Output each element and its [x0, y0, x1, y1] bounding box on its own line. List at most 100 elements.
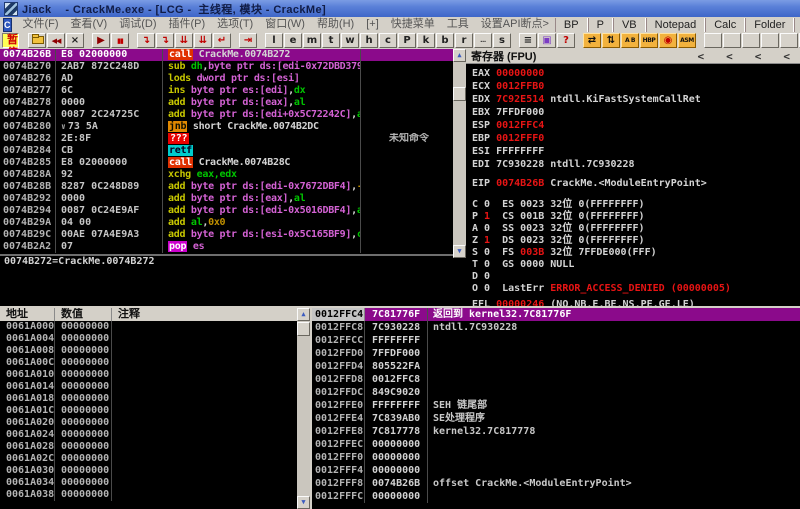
register-line[interactable]: EDI 7C930228 ntdll.7C930228	[472, 158, 800, 171]
scroll-up-icon[interactable]: ▲	[453, 49, 466, 62]
empty-button-3[interactable]	[742, 33, 760, 48]
dump-row[interactable]: 0061A034 00000000	[0, 477, 310, 489]
dump-row[interactable]: 0061A030 00000000	[0, 465, 310, 477]
stack-row[interactable]: 0012FFC4 7C81776F 返回到 kernel32.7C81776F	[312, 308, 800, 321]
stack-row[interactable]: 0012FFF0 00000000	[312, 451, 800, 464]
help-button[interactable]: ?	[557, 33, 575, 48]
animate-over-button[interactable]: ⇊	[194, 33, 212, 48]
menu-button-folder[interactable]: Folder	[745, 17, 795, 32]
go-to-address-button[interactable]: ⇥	[239, 33, 257, 48]
view-breakpoints-button[interactable]: b	[436, 33, 454, 48]
scroll-down-icon[interactable]: ▼	[297, 496, 310, 509]
disasm-row[interactable]: 0074B28A 92 xchg eax,edx	[0, 169, 453, 181]
disasm-row[interactable]: 0074B276 AD lods dword ptr ds:[esi]	[0, 73, 453, 85]
register-line[interactable]: ESP 0012FFC4	[472, 119, 800, 132]
dump-row[interactable]: 0061A000 00000000	[0, 321, 310, 333]
dump-row[interactable]: 0061A024 00000000	[0, 429, 310, 441]
empty-button-1[interactable]	[704, 33, 722, 48]
view-callstack-button[interactable]: k	[417, 33, 435, 48]
view-handles-button[interactable]: h	[360, 33, 378, 48]
disasm-row[interactable]: 0074B29A 04 00 add al,0x0	[0, 217, 453, 229]
register-line[interactable]: C 0 ES 0023 32位 0(FFFFFFFF)	[472, 199, 800, 211]
open-file-button[interactable]	[28, 33, 46, 48]
register-line[interactable]: EBX 7FFDF000	[472, 106, 800, 119]
stack-row[interactable]: 0012FFE4 7C839AB0 SE处理程序	[312, 412, 800, 425]
menu-button-cmd[interactable]: CMD	[794, 17, 800, 32]
stack-row[interactable]: 0012FFCC FFFFFFFF	[312, 334, 800, 347]
plugin-compare-button[interactable]: ⇄	[583, 33, 601, 48]
menu-item-debug[interactable]: 调试(D)	[113, 17, 162, 32]
register-line[interactable]: O 0 LastErr ERROR_ACCESS_DENIED (0000000…	[472, 283, 800, 295]
stack-row[interactable]: 0012FFFC 00000000	[312, 490, 800, 503]
disasm-row[interactable]: 0074B294 0087 0C24E9AF add byte ptr ds:[ed…	[0, 205, 453, 217]
menu-item-file[interactable]: 文件(F)	[17, 17, 65, 32]
close-program-button[interactable]: ×	[66, 33, 84, 48]
plugin-ab-button[interactable]: A B	[621, 33, 639, 48]
view-cpu-button[interactable]: c	[379, 33, 397, 48]
empty-button-2[interactable]	[723, 33, 741, 48]
appearance-button[interactable]: ▣	[538, 33, 556, 48]
dump-row[interactable]: 0061A01C 00000000	[0, 405, 310, 417]
menu-item-window[interactable]: 窗口(W)	[259, 17, 311, 32]
disasm-row[interactable]: 0074B292 0000 add byte ptr ds:[eax],al	[0, 193, 453, 205]
pause-button[interactable]: ▮▮	[111, 33, 129, 48]
disasm-row[interactable]: 0074B26B E8 02000000 call CrackMe.0074B272	[0, 49, 453, 61]
register-line[interactable]: ESI FFFFFFFF	[472, 145, 800, 158]
log-options-button[interactable]: ≡	[519, 33, 537, 48]
menu-button-calc[interactable]: Calc	[705, 17, 746, 32]
plugin-breakpoint-button[interactable]: ◉	[659, 33, 677, 48]
disassembly-pane[interactable]: 0074B26B E8 02000000 call CrackMe.0074B272…	[0, 49, 453, 306]
disasm-row[interactable]: 0074B282 2E:8F??? 未知命令	[0, 133, 453, 145]
empty-button-4[interactable]	[761, 33, 779, 48]
view-threads-button[interactable]: t	[322, 33, 340, 48]
menu-button-p[interactable]: P	[587, 17, 613, 32]
stack-pane[interactable]: 0012FFC4 7C81776F 返回到 kernel32.7C81776F 001…	[312, 308, 800, 509]
menu-button-bp[interactable]: BP	[554, 17, 588, 32]
view-references-button[interactable]: r	[455, 33, 473, 48]
stack-row[interactable]: 0012FFF8 0074B26B offset CrackMe.<ModuleEn…	[312, 477, 800, 490]
dump-row[interactable]: 0061A02C 00000000	[0, 453, 310, 465]
stack-row[interactable]: 0012FFD4 805522FA	[312, 360, 800, 373]
stack-row[interactable]: 0012FFD0 7FFDF000	[312, 347, 800, 360]
plugin-updown-button[interactable]: ⇅	[602, 33, 620, 48]
dump-row[interactable]: 0061A004 00000000	[0, 333, 310, 345]
menu-button-notepad[interactable]: Notepad	[645, 17, 706, 32]
stack-row[interactable]: 0012FFE8 7C817778 kernel32.7C817778	[312, 425, 800, 438]
dump-row[interactable]: 0061A010 00000000	[0, 369, 310, 381]
dump-scrollbar[interactable]: ▲ ▼	[297, 308, 310, 509]
scroll-down-icon[interactable]: ▼	[453, 245, 466, 258]
disasm-row[interactable]: 0074B29C 00AE 07A4E9A3 add byte ptr ds:[es…	[0, 229, 453, 241]
view-runtrace-button[interactable]: ...	[474, 33, 492, 48]
view-executables-button[interactable]: e	[284, 33, 302, 48]
step-over-button[interactable]: ↴	[156, 33, 174, 48]
disasm-row[interactable]: 0074B27A 0087 2C24725C add byte ptr ds:[ed…	[0, 109, 453, 121]
register-line[interactable]: D 0	[472, 271, 800, 283]
restart-button[interactable]: ◀◀	[47, 33, 65, 48]
plugin-asm-button[interactable]: ASM	[678, 33, 696, 48]
register-line[interactable]: EIP 0074B26B CrackMe.<ModuleEntryPoint>	[472, 177, 800, 190]
stack-row[interactable]: 0012FFE0 FFFFFFFF SEH 链尾部	[312, 399, 800, 412]
register-line[interactable]: P 1 CS 001B 32位 0(FFFFFFFF)	[472, 211, 800, 223]
view-patches-button[interactable]: P	[398, 33, 416, 48]
stack-row[interactable]: 0012FFF4 00000000	[312, 464, 800, 477]
menu-button-vb[interactable]: VB	[612, 17, 646, 32]
dump-row[interactable]: 0061A028 00000000	[0, 441, 310, 453]
dump-row[interactable]: 0061A020 00000000	[0, 417, 310, 429]
disasm-row[interactable]: 0074B278 0000 add byte ptr ds:[eax],al	[0, 97, 453, 109]
collapse-arrow-icon[interactable]: <	[726, 50, 733, 63]
view-source-button[interactable]: s	[493, 33, 511, 48]
menu-item-shortcut-menu[interactable]: 快捷菜单	[385, 17, 441, 32]
menu-item-view[interactable]: 查看(V)	[65, 17, 114, 32]
scroll-up-icon[interactable]: ▲	[297, 308, 310, 321]
disasm-row[interactable]: 0074B2A2 07 pop es	[0, 241, 453, 253]
menu-item-plus[interactable]: [+]	[360, 17, 385, 32]
plugin-hbp-button[interactable]: HBP	[640, 33, 658, 48]
run-button[interactable]: ▶	[92, 33, 110, 48]
dump-row[interactable]: 0061A038 00000000	[0, 489, 310, 501]
disasm-row[interactable]: 0074B280 ∨ 73 5A jnb short CrackMe.0074B2DC	[0, 121, 453, 133]
dump-row[interactable]: 0061A014 00000000	[0, 381, 310, 393]
collapse-arrow-icon[interactable]: <	[783, 50, 790, 63]
stack-row[interactable]: 0012FFD8 0012FFC8	[312, 373, 800, 386]
register-line[interactable]: EAX 00000000	[472, 67, 800, 80]
view-log-button[interactable]: l	[265, 33, 283, 48]
